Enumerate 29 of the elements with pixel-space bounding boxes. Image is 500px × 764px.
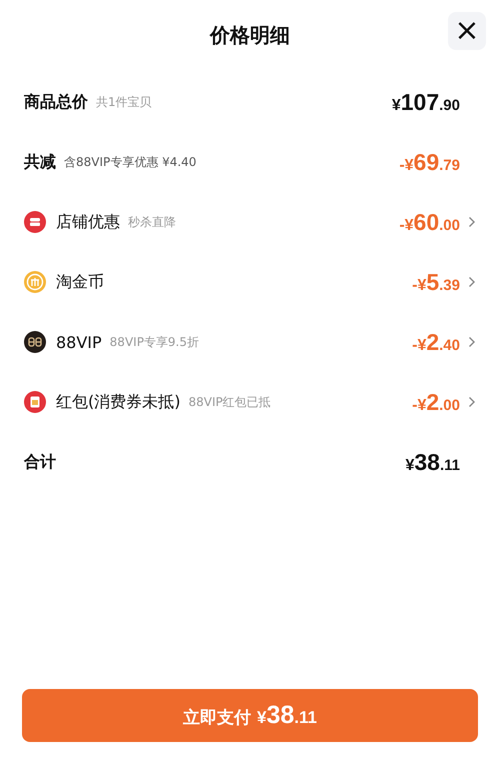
row-note: 88VIP红包已抵 [188, 394, 271, 410]
amount-text: -¥5.39 [412, 268, 460, 296]
row-label: 共减 [24, 152, 56, 172]
row-note: 共1件宝贝 [96, 94, 152, 110]
row-label: 店铺优惠 [56, 212, 120, 232]
row-note: 含88VIP专享优惠 ¥4.40 [64, 154, 196, 170]
coin-icon [24, 271, 46, 293]
chevron-icon[interactable] [468, 336, 476, 348]
amount-text: -¥2.40 [412, 328, 460, 356]
row-note: 秒杀直降 [128, 214, 176, 230]
row-label: 商品总价 [24, 92, 88, 112]
chevron-icon[interactable] [468, 216, 476, 228]
dialog-title: 价格明细 [210, 22, 290, 48]
amount-text: -¥2.00 [412, 388, 460, 416]
shop-icon [24, 211, 46, 233]
amount-text: -¥69.79 [399, 148, 460, 176]
chevron-icon[interactable] [468, 276, 476, 288]
amount-text: ¥38.11 [405, 448, 460, 476]
row-label: 淘金币 [56, 272, 104, 292]
row-label: 红包(消费券未抵) [56, 392, 180, 412]
envelope-icon [24, 391, 46, 413]
row-note: 88VIP专享9.5折 [110, 334, 200, 350]
row-label: 88VIP [56, 332, 102, 352]
chevron-icon[interactable] [468, 396, 476, 408]
vip-badge-icon [24, 331, 46, 353]
row-label: 合计 [24, 452, 56, 472]
close-button[interactable]: × [448, 12, 486, 50]
amount-text: ¥107.90 [392, 88, 460, 116]
amount-text: -¥60.00 [399, 208, 460, 236]
